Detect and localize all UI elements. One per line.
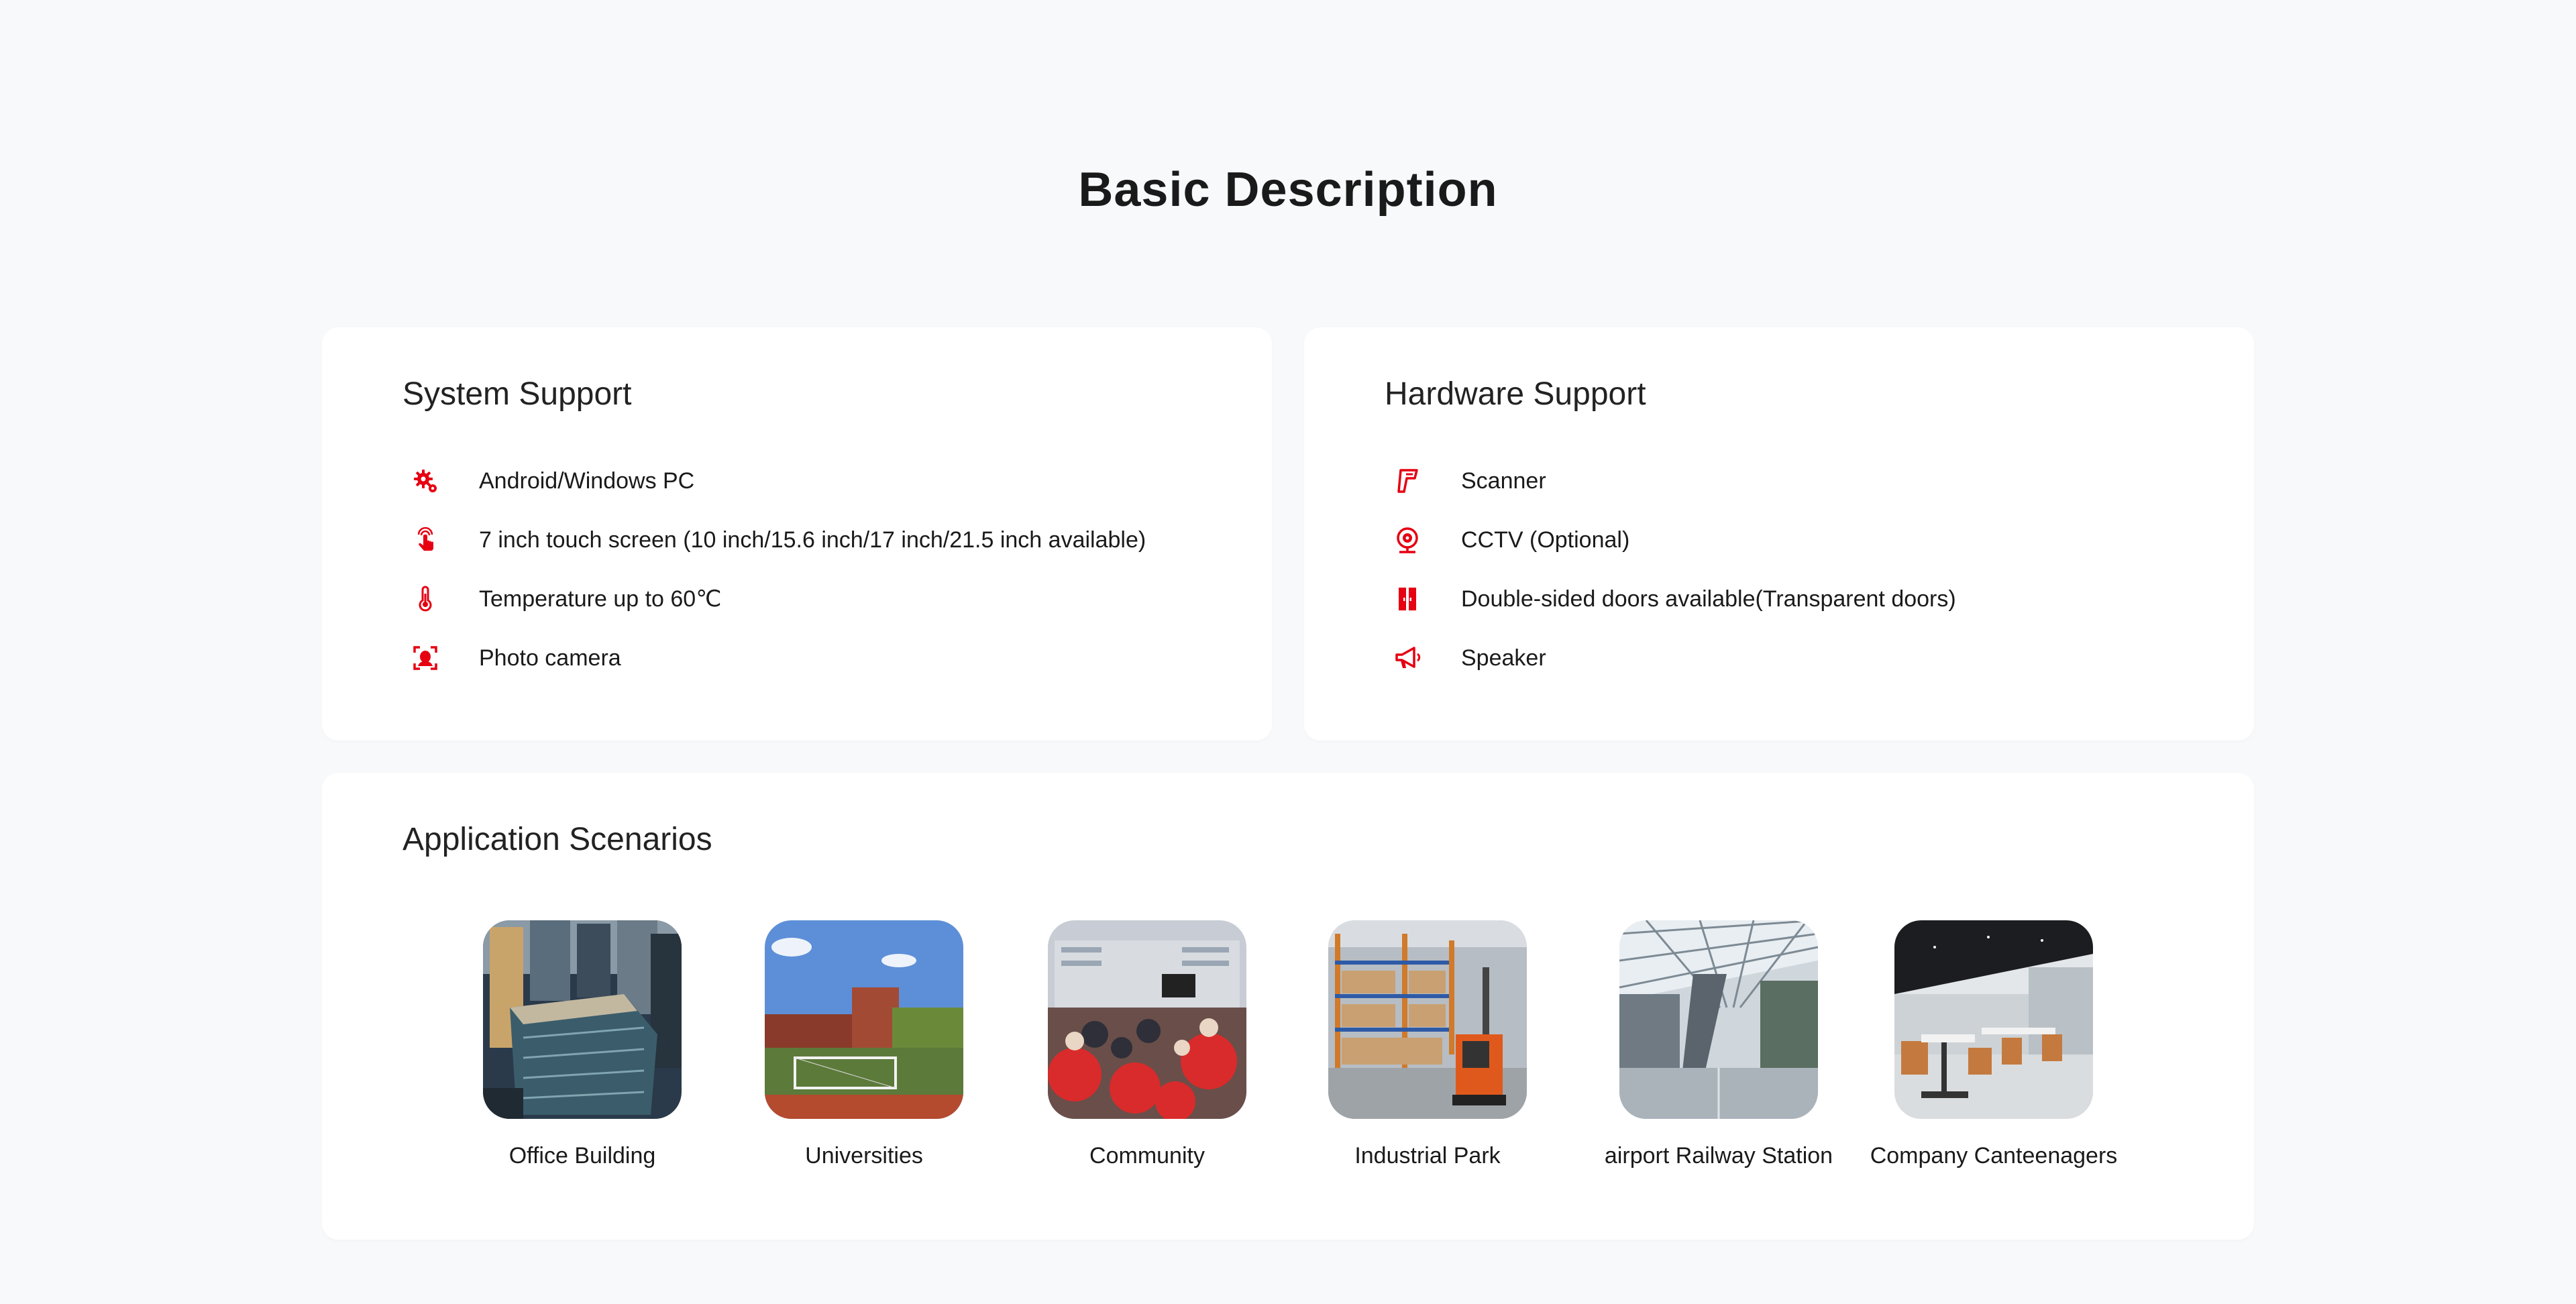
scenario-label: airport Railway Station xyxy=(1604,1143,1833,1169)
gear-settings-icon xyxy=(411,466,440,496)
scenario-item[interactable]: Office Building xyxy=(441,920,723,1169)
list-item: Photo camera xyxy=(411,629,1146,688)
face-camera-icon xyxy=(411,643,440,673)
scenario-gallery: Office Building Universities Community I… xyxy=(322,920,2254,1189)
scenario-item[interactable]: Universities xyxy=(723,920,1005,1169)
list-item: Scanner xyxy=(1393,451,1956,510)
scenario-label: Company Canteenagers xyxy=(1870,1143,2118,1169)
scanner-icon xyxy=(1393,466,1422,496)
scenario-label: Office Building xyxy=(508,1143,656,1169)
feature-label: Scanner xyxy=(1461,468,1546,494)
megaphone-speaker-icon xyxy=(1393,643,1422,673)
application-scenarios-card: Application Scenarios Office Building Un… xyxy=(322,773,2254,1240)
scenario-item[interactable]: Industrial Park xyxy=(1287,920,1568,1169)
office-building-photo xyxy=(483,920,682,1119)
feature-label: Photo camera xyxy=(479,645,621,671)
company-canteen-photo xyxy=(1894,920,2093,1119)
feature-label: Temperature up to 60℃ xyxy=(479,586,722,612)
hardware-support-card: Hardware Support Scanner CCTV (Optional)… xyxy=(1304,327,2254,741)
airport-terminal-photo xyxy=(1619,920,1818,1119)
industrial-warehouse-photo xyxy=(1328,920,1527,1119)
list-item: Android/Windows PC xyxy=(411,451,1146,510)
list-item: Double-sided doors available(Transparent… xyxy=(1393,569,1956,629)
system-support-title: System Support xyxy=(402,376,632,412)
application-scenarios-title: Application Scenarios xyxy=(402,822,712,857)
thermometer-icon xyxy=(411,584,440,614)
list-item: 7 inch touch screen (10 inch/15.6 inch/1… xyxy=(411,510,1146,569)
scenario-item[interactable]: airport Railway Station xyxy=(1578,920,1860,1169)
page-title: Basic Description xyxy=(1078,163,1498,217)
hardware-support-list: Scanner CCTV (Optional) Double-sided doo… xyxy=(1393,451,1956,688)
system-support-list: Android/Windows PC 7 inch touch screen (… xyxy=(411,451,1146,688)
system-support-card: System Support Android/Windows PC 7 inch… xyxy=(322,327,1272,741)
scenario-label: Universities xyxy=(805,1143,923,1169)
scenario-label: Industrial Park xyxy=(1354,1143,1501,1169)
scenario-item[interactable]: Company Canteenagers xyxy=(1853,920,2135,1169)
page: Basic Description System Support Android… xyxy=(0,0,2576,1304)
list-item: Speaker xyxy=(1393,629,1956,688)
feature-label: CCTV (Optional) xyxy=(1461,527,1630,553)
feature-label: 7 inch touch screen (10 inch/15.6 inch/1… xyxy=(479,527,1146,553)
double-door-icon xyxy=(1393,584,1422,614)
list-item: Temperature up to 60℃ xyxy=(411,569,1146,629)
scenario-item[interactable]: Community xyxy=(1006,920,1288,1169)
cctv-camera-icon xyxy=(1393,525,1422,555)
university-campus-photo xyxy=(765,920,963,1119)
community-crowd-photo xyxy=(1048,920,1246,1119)
touch-finger-icon xyxy=(411,525,440,555)
list-item: CCTV (Optional) xyxy=(1393,510,1956,569)
hardware-support-title: Hardware Support xyxy=(1385,376,1646,412)
feature-label: Double-sided doors available(Transparent… xyxy=(1461,586,1956,612)
scenario-label: Community xyxy=(1089,1143,1205,1169)
feature-label: Speaker xyxy=(1461,645,1546,671)
feature-label: Android/Windows PC xyxy=(479,468,695,494)
